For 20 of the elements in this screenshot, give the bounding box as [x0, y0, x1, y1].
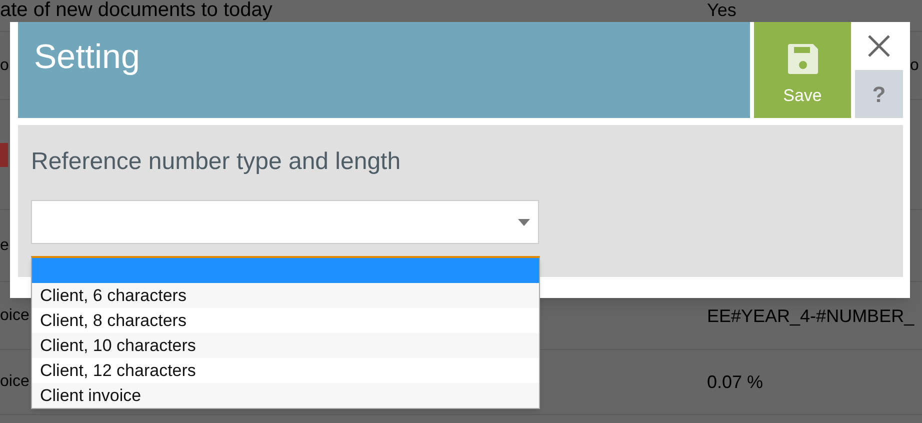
dropdown-option[interactable]: Client, 8 characters: [32, 308, 539, 333]
field-label: Reference number type and length: [31, 147, 402, 177]
dropdown-option[interactable]: Client invoice: [32, 383, 539, 408]
close-icon[interactable]: [867, 34, 891, 58]
table-cell: EE#YEAR_4-#NUMBER_: [707, 306, 914, 326]
table-cell: oice: [0, 306, 30, 324]
table-cell: e: [0, 236, 9, 254]
table-cell: o: [910, 56, 919, 74]
dialog-title: Setting: [34, 38, 140, 76]
table-cell: ate of new documents to today: [0, 0, 272, 21]
dropdown-option[interactable]: Client, 6 characters: [32, 283, 539, 308]
select-field[interactable]: [31, 200, 539, 244]
table-cell: oice: [0, 373, 30, 390]
dropdown-option[interactable]: Client, 10 characters: [32, 333, 539, 358]
dropdown-option[interactable]: Client, 12 characters: [32, 358, 539, 383]
table-cell: 0.07 %: [707, 372, 764, 392]
dropdown-option[interactable]: [32, 258, 539, 283]
table-cell: Yes: [707, 0, 736, 20]
table-cell: o: [0, 56, 9, 74]
caret-icon: [518, 218, 530, 226]
